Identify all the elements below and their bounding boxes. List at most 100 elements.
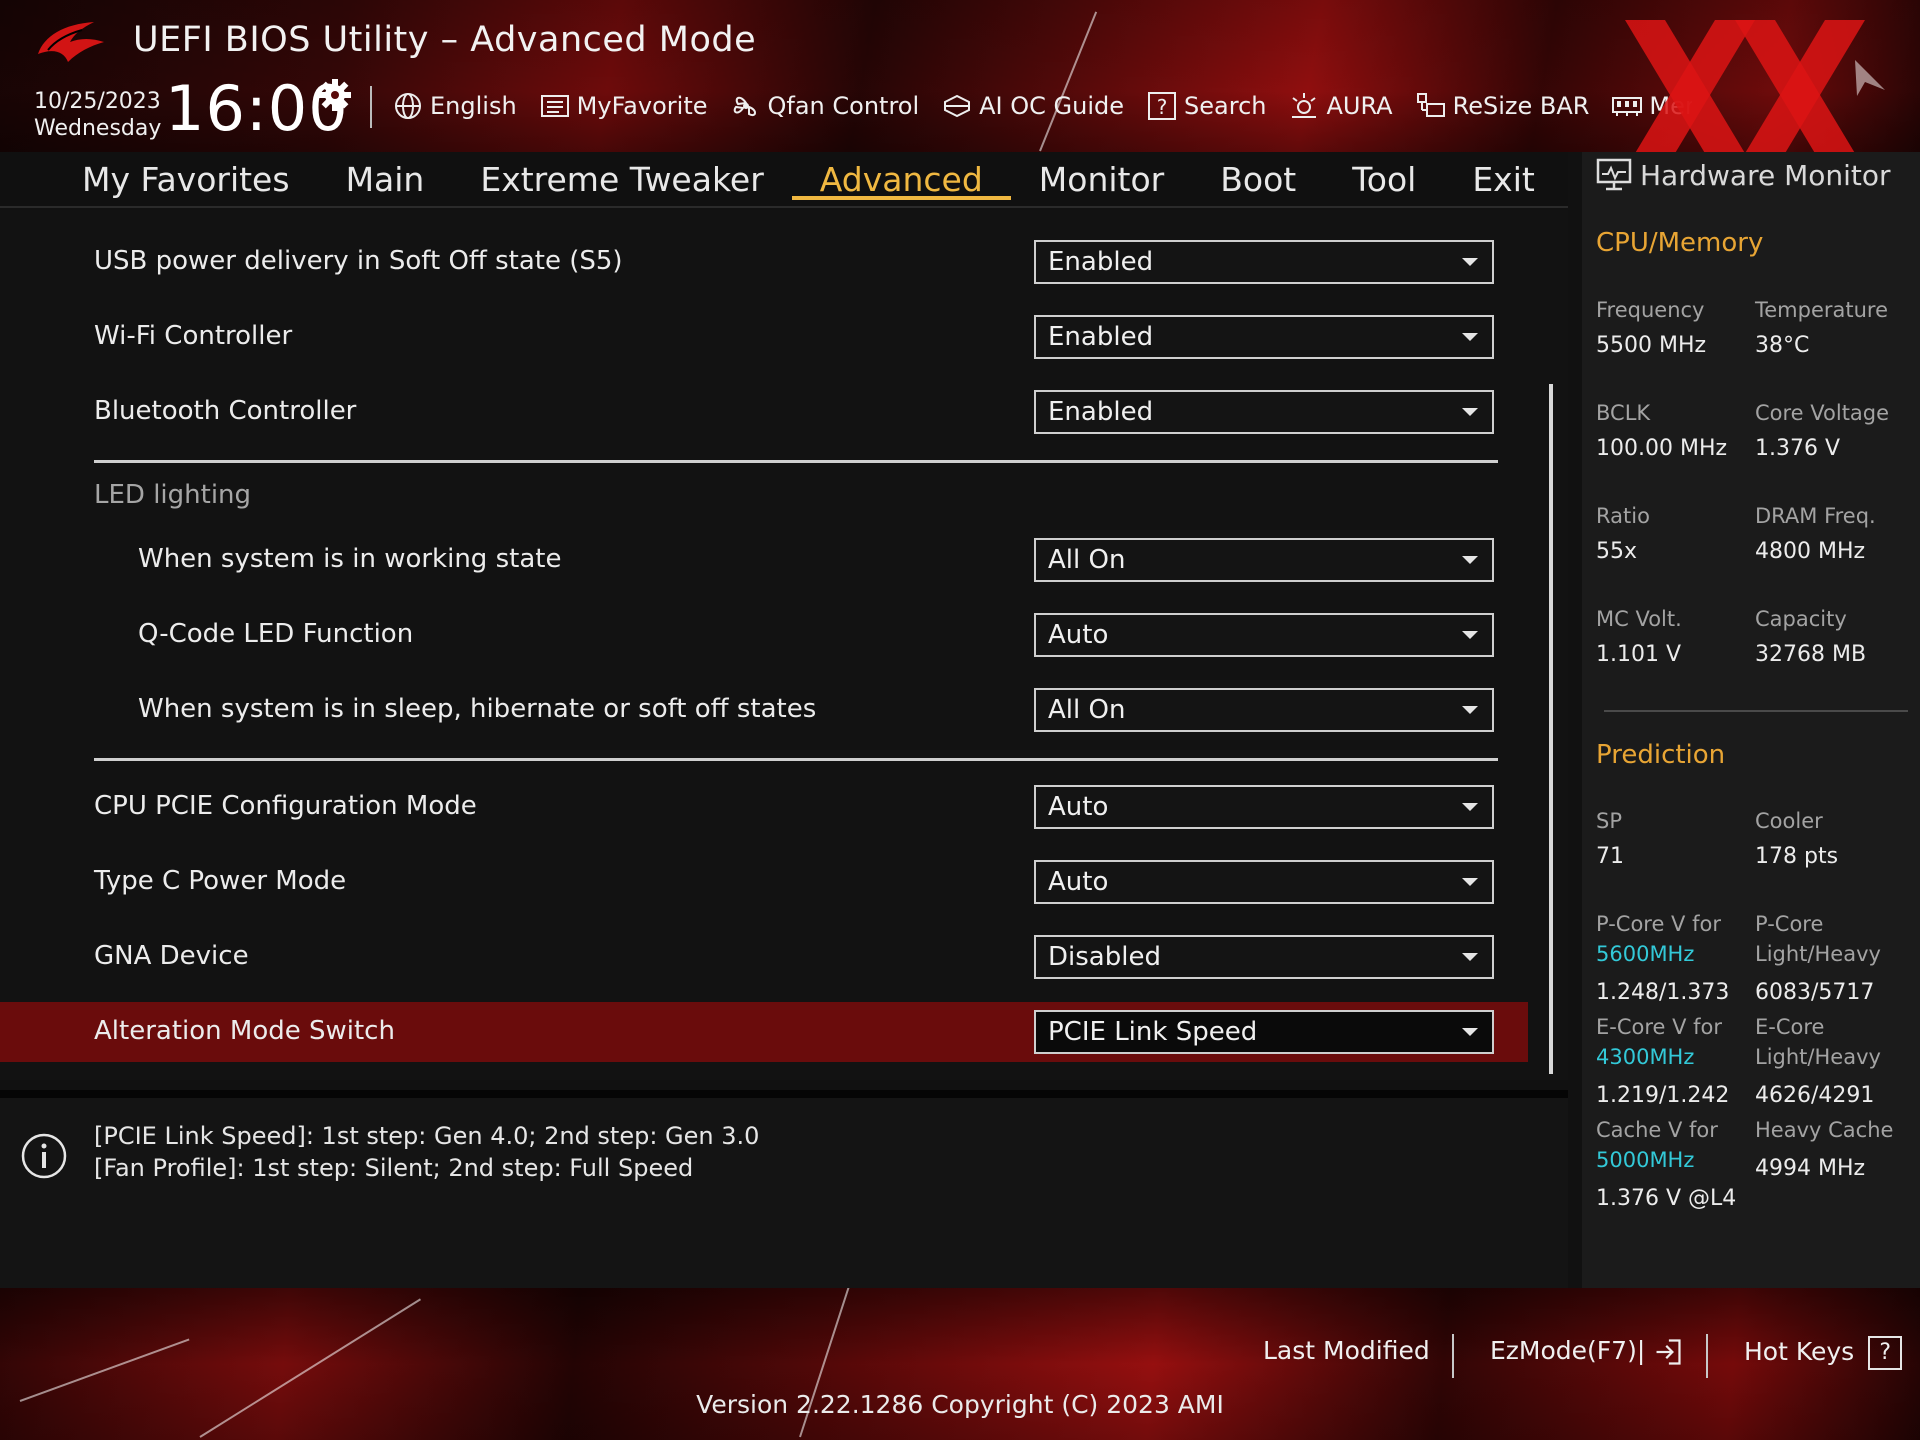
hw-value: 178 pts [1755,844,1839,869]
hw-label: P-Core V for 5600MHz [1596,909,1721,969]
setting-row-typec-power[interactable]: Type C Power Mode Auto [0,852,1528,912]
settings-scrollbar[interactable] [1549,384,1553,1074]
hw-label: P-Core Light/Heavy [1755,909,1881,969]
gear-icon[interactable] [318,78,352,112]
toolbar-resize-bar[interactable]: ReSize BAR [1415,90,1589,122]
dropdown-value: Auto [1048,620,1109,650]
hw-label: E-Core V for 4300MHz [1596,1012,1722,1072]
tab-boot[interactable]: Boot [1192,156,1324,204]
date-text: 10/25/2023 [34,89,161,114]
dropdown-value: Auto [1048,792,1109,822]
setting-dropdown[interactable]: Auto [1034,860,1494,904]
toolbar-qfan-control[interactable]: Qfan Control [730,90,919,122]
hw-label: DRAM Freq. [1755,504,1876,528]
hw-cpu-section-title: CPU/Memory [1596,228,1764,258]
hw-value: 6083/5717 [1755,980,1875,1005]
chevron-down-icon [1462,878,1478,886]
hw-value: 1.219/1.242 [1596,1083,1730,1108]
version-text: Version 2.22.1286 Copyright (C) 2023 AMI [696,1390,1224,1419]
setting-row-qcode-led[interactable]: Q-Code LED Function Auto [0,605,1528,665]
setting-dropdown[interactable]: All On [1034,688,1494,732]
toolbar-myfavorite[interactable]: MyFavorite [539,90,708,122]
hw-value: 1.376 V [1755,436,1841,461]
setting-dropdown[interactable]: All On [1034,538,1494,582]
toolbar-ai-oc-guide[interactable]: AI OC Guide [941,90,1124,122]
hw-value: 71 [1596,844,1624,869]
hw-label-line: Light/Heavy [1755,942,1881,966]
dropdown-value: Enabled [1048,322,1154,352]
hw-value: 32768 MB [1755,642,1867,667]
tab-exit[interactable]: Exit [1444,156,1563,204]
toolbar-label: MyFavorite [576,92,708,120]
hw-freq-highlight: 5600MHz [1596,942,1695,966]
hw-label-line: Cache V for [1596,1118,1718,1142]
tab-advanced[interactable]: Advanced [791,156,1011,200]
hw-value: 4994 MHz [1755,1156,1866,1181]
question-box-icon: ? [1148,92,1177,120]
dropdown-value: All On [1048,695,1126,725]
toolbar: English MyFavorite Qfan Control AI OC Gu… [392,86,1692,126]
hw-value: 1.376 V @L4 [1596,1186,1737,1211]
hot-keys-button[interactable]: Hot Keys ? [1744,1336,1903,1370]
aura-light-icon [1292,93,1317,118]
last-modified-button[interactable]: Last Modified [1263,1336,1430,1365]
watermark-logo [1625,20,1885,170]
chevron-down-icon [1462,408,1478,416]
toolbar-label: English [430,92,517,120]
hw-label-line: P-Core [1755,912,1824,936]
setting-row-bluetooth-controller[interactable]: Bluetooth Controller Enabled [0,382,1528,442]
setting-row-wifi-controller[interactable]: Wi-Fi Controller Enabled [0,307,1528,367]
fan-icon [733,96,756,117]
tab-my-favorites[interactable]: My Favorites [82,156,318,204]
hw-label: Core Voltage [1755,401,1890,425]
setting-row-cpu-pcie-mode[interactable]: CPU PCIE Configuration Mode Auto [0,777,1528,837]
info-icon [21,1133,67,1179]
chevron-down-icon [1462,953,1478,961]
hot-keys-label: Hot Keys [1744,1337,1855,1366]
toolbar-english[interactable]: English [392,90,517,122]
setting-row-led-working[interactable]: When system is in working state All On [0,530,1528,590]
hw-value: 55x [1596,539,1638,564]
hw-label: Capacity [1755,607,1847,631]
help-panel: [PCIE Link Speed]: 1st step: Gen 4.0; 2n… [0,1090,1568,1288]
setting-dropdown[interactable]: Auto [1034,785,1494,829]
setting-dropdown[interactable]: Enabled [1034,315,1494,359]
hw-label-line: Light/Heavy [1755,1045,1881,1069]
setting-row-usb-power-s5[interactable]: USB power delivery in Soft Off state (S5… [0,232,1528,292]
ezmode-button[interactable]: EzMode(F7)| [1490,1336,1683,1367]
hw-value: 4800 MHz [1755,539,1866,564]
chevron-down-icon [1462,631,1478,639]
setting-label: GNA Device [94,941,249,971]
setting-dropdown[interactable]: Enabled [1034,390,1494,434]
setting-dropdown[interactable]: PCIE Link Speed [1034,1010,1494,1054]
resize-bar-icon [1416,93,1445,117]
setting-row-alteration-mode[interactable]: Alteration Mode Switch PCIE Link Speed [0,1002,1528,1062]
hw-freq-highlight: 4300MHz [1596,1045,1695,1069]
toolbar-search[interactable]: ? Search [1146,90,1266,122]
hw-value: 1.101 V [1596,642,1682,667]
setting-label: Type C Power Mode [94,866,347,896]
tab-monitor[interactable]: Monitor [1011,156,1192,204]
toolbar-aura[interactable]: AURA [1288,90,1393,122]
chevron-down-icon [1462,1028,1478,1036]
setting-row-gna-device[interactable]: GNA Device Disabled [0,927,1528,987]
hw-label: Ratio [1596,504,1650,528]
hw-label: Cache V for 5000MHz [1596,1115,1718,1175]
ezmode-label: EzMode(F7)| [1490,1336,1646,1365]
settings-panel: USB power delivery in Soft Off state (S5… [0,210,1568,1080]
help-text: [PCIE Link Speed]: 1st step: Gen 4.0; 2n… [94,1120,759,1184]
setting-dropdown[interactable]: Enabled [1034,240,1494,284]
hw-value: 38°C [1755,333,1810,358]
setting-label: Bluetooth Controller [94,396,357,426]
hw-label: Heavy Cache [1755,1118,1894,1142]
tab-extreme-tweaker[interactable]: Extreme Tweaker [452,156,791,204]
hw-label: Temperature [1755,298,1889,322]
tab-main[interactable]: Main [318,156,453,204]
dropdown-value: Enabled [1048,247,1154,277]
setting-row-led-sleep[interactable]: When system is in sleep, hibernate or so… [0,680,1528,740]
dropdown-value: Disabled [1048,942,1161,972]
header-separator [370,86,372,128]
tab-tool[interactable]: Tool [1324,156,1444,204]
setting-dropdown[interactable]: Disabled [1034,935,1494,979]
setting-dropdown[interactable]: Auto [1034,613,1494,657]
